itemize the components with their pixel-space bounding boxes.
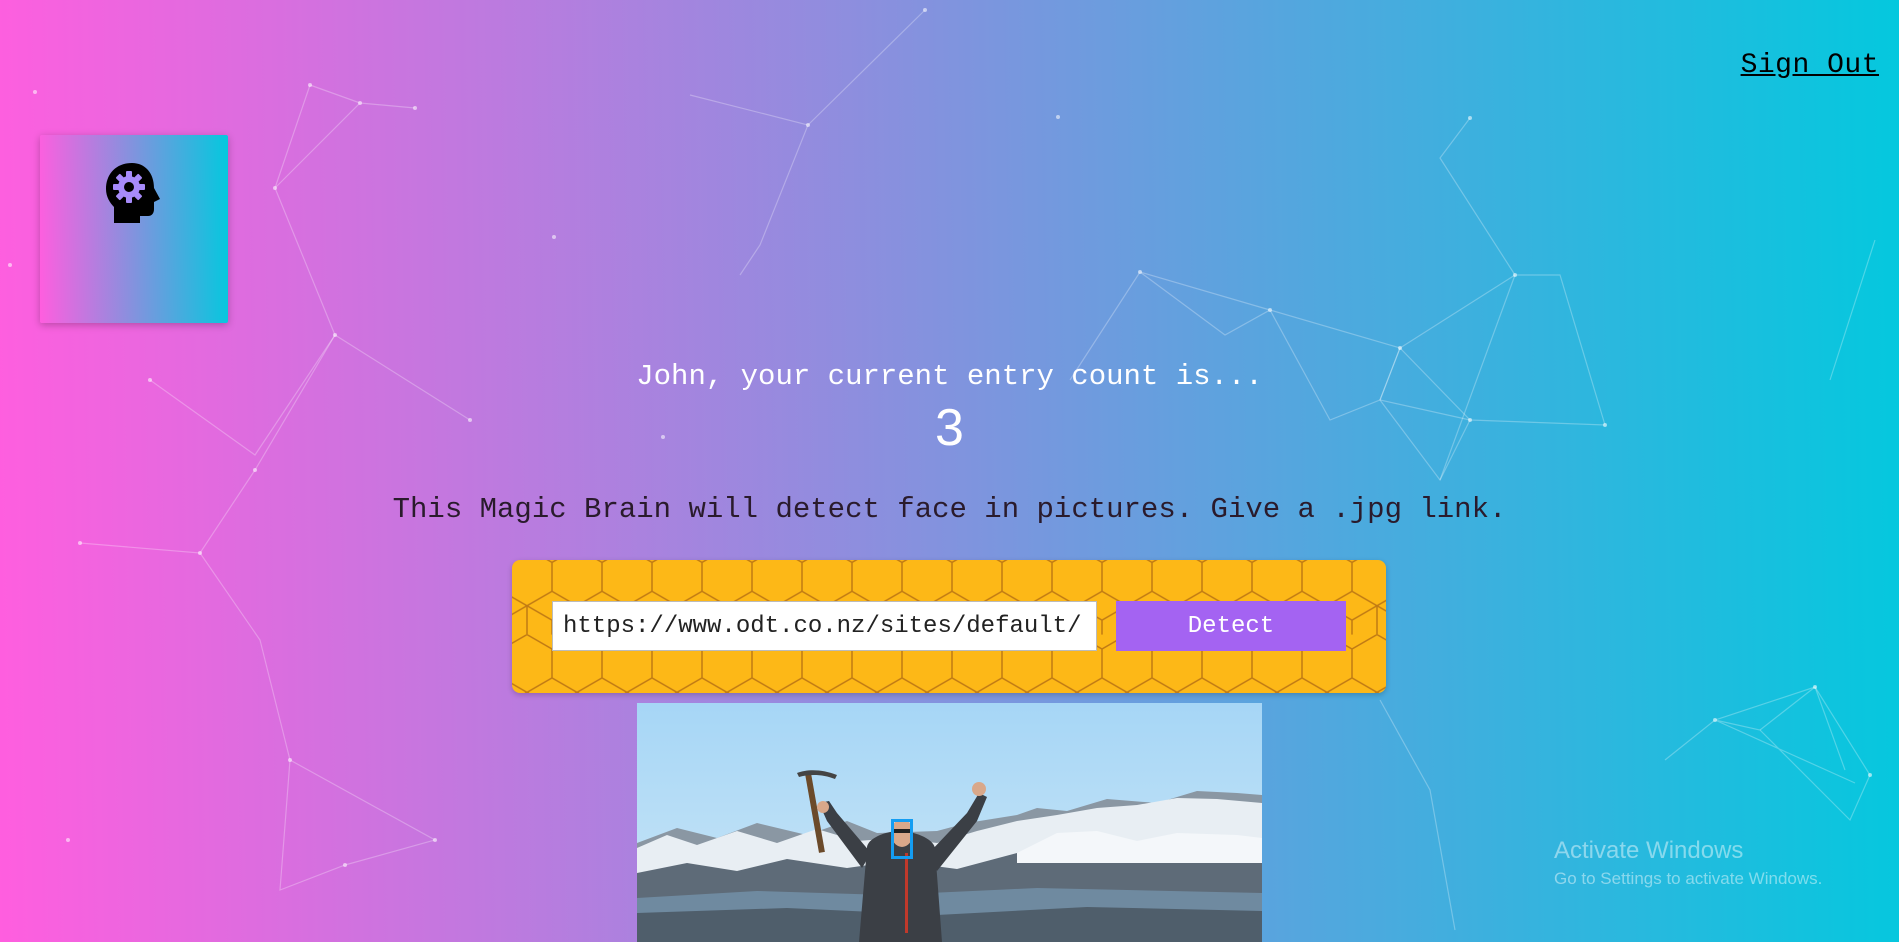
app-description: This Magic Brain will detect face in pic… xyxy=(392,493,1507,526)
photo-image xyxy=(637,703,1262,942)
entry-count-message: John, your current entry count is... xyxy=(636,360,1263,393)
image-url-input[interactable] xyxy=(552,601,1097,651)
person-with-ice-axe-on-mountain-photo xyxy=(637,703,1262,942)
entry-count-value: 3 xyxy=(935,399,964,457)
detect-button[interactable]: Detect xyxy=(1116,601,1346,651)
logo-tile xyxy=(40,135,228,323)
watermark-subtitle: Go to Settings to activate Windows. xyxy=(1554,869,1823,888)
windows-activation-watermark: Activate Windows Go to Settings to activ… xyxy=(1554,837,1822,889)
image-link-form: Detect xyxy=(512,560,1386,693)
sign-out-link[interactable]: Sign Out xyxy=(1741,50,1879,81)
face-bounding-box xyxy=(891,819,913,859)
brain-gear-head-icon xyxy=(106,163,160,223)
watermark-title: Activate Windows xyxy=(1554,837,1744,864)
